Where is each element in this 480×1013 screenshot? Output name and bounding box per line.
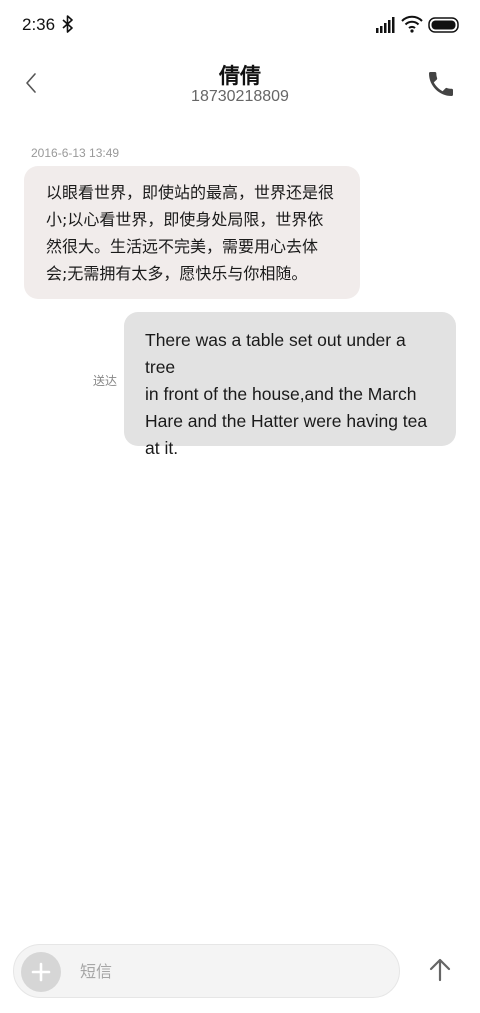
signal-icon (376, 17, 395, 33)
message-line: There was a table set out under a tree (145, 330, 406, 377)
plus-icon (31, 962, 51, 982)
bluetooth-icon (62, 15, 73, 33)
message-line: 会;无需拥有太多，愿快乐与你相随。 (46, 264, 308, 283)
message-input[interactable] (80, 945, 390, 997)
battery-icon (428, 17, 459, 33)
message-line: 以眼看世界，即使站的最高，世界还是很 (46, 183, 335, 202)
message-line: at it. (145, 438, 179, 458)
message-line: in front of the house,and the March (145, 384, 417, 404)
message-line: Hare and the Hatter were having tea (145, 411, 428, 431)
message-line: 小;以心看世界，即使身处局限，世界依 (46, 210, 324, 229)
phone-icon[interactable] (425, 68, 457, 100)
contact-number: 18730218809 (191, 88, 289, 105)
message-timestamp: 2016-6-13 13:49 (31, 146, 120, 160)
status-bar: 2:36 (0, 0, 480, 52)
send-button[interactable] (424, 954, 456, 986)
wifi-icon (401, 15, 423, 33)
delivery-status: 送达 (93, 374, 118, 388)
incoming-message-bubble[interactable]: 以眼看世界，即使站的最高，世界还是很 小;以心看世界，即使身处局限，世界依 然很… (24, 166, 360, 299)
outgoing-message-bubble[interactable]: There was a table set out under a tree i… (124, 312, 456, 458)
message-line: 然很大。生活远不完美，需要用心去体 (46, 237, 319, 256)
contact-name: 倩倩 (219, 64, 261, 88)
status-time: 2:36 (22, 15, 56, 34)
conversation-header: 倩倩 18730218809 (0, 52, 480, 114)
compose-bar (13, 944, 400, 998)
add-attachment-button[interactable] (21, 952, 61, 992)
